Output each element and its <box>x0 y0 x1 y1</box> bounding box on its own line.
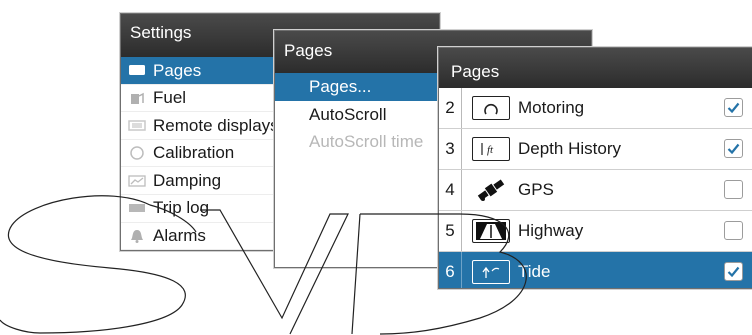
page-number: 3 <box>439 129 462 169</box>
svg-text:ft: ft <box>487 144 494 156</box>
damping-icon <box>127 174 147 188</box>
settings-item-label: Alarms <box>153 226 206 246</box>
page-checkbox[interactable] <box>724 262 743 281</box>
page-number: 6 <box>439 252 462 288</box>
page-row-gps[interactable]: 4 GPS <box>439 170 752 211</box>
page-row-depth-history[interactable]: 3 ft Depth History <box>439 129 752 170</box>
settings-item-label: Trip log <box>153 198 210 218</box>
fuel-icon <box>127 91 147 105</box>
highway-icon <box>472 219 510 243</box>
page-checkbox[interactable] <box>724 98 743 117</box>
calibration-icon <box>127 146 147 160</box>
page-row-tide[interactable]: 6 Tide <box>439 252 752 288</box>
trip-log-icon <box>127 201 147 215</box>
settings-item-label: Remote displays <box>153 115 279 135</box>
page-name: Depth History <box>518 139 621 158</box>
settings-item-label: Calibration <box>153 143 235 163</box>
satellite-icon <box>472 178 510 202</box>
page-row-highway[interactable]: 5 Highway <box>439 211 752 252</box>
page-checkbox[interactable] <box>724 139 743 158</box>
page-name: GPS <box>518 180 554 199</box>
pages-icon <box>127 63 147 77</box>
settings-item-label: Fuel <box>153 88 187 108</box>
page-number: 4 <box>439 170 462 210</box>
alarms-icon <box>127 229 147 243</box>
page-name: Motoring <box>518 98 585 117</box>
settings-item-label: Pages <box>153 60 202 80</box>
page-checkbox[interactable] <box>724 221 743 240</box>
page-number: 5 <box>439 211 462 251</box>
pages-list-panel: Pages 2 Motoring 3 ft Depth History 4 GP… <box>438 47 752 289</box>
pages-list-title: Pages <box>439 48 752 88</box>
page-row-motoring[interactable]: 2 Motoring <box>439 88 752 129</box>
motoring-gauge-icon <box>472 96 510 120</box>
page-name: Highway <box>518 221 584 240</box>
page-checkbox[interactable] <box>724 180 743 199</box>
page-name: Tide <box>518 262 551 281</box>
page-number: 2 <box>439 88 462 128</box>
remote-displays-icon <box>127 118 147 132</box>
depth-history-icon: ft <box>472 137 510 161</box>
tide-icon <box>472 260 510 284</box>
settings-item-label: Damping <box>153 170 222 190</box>
